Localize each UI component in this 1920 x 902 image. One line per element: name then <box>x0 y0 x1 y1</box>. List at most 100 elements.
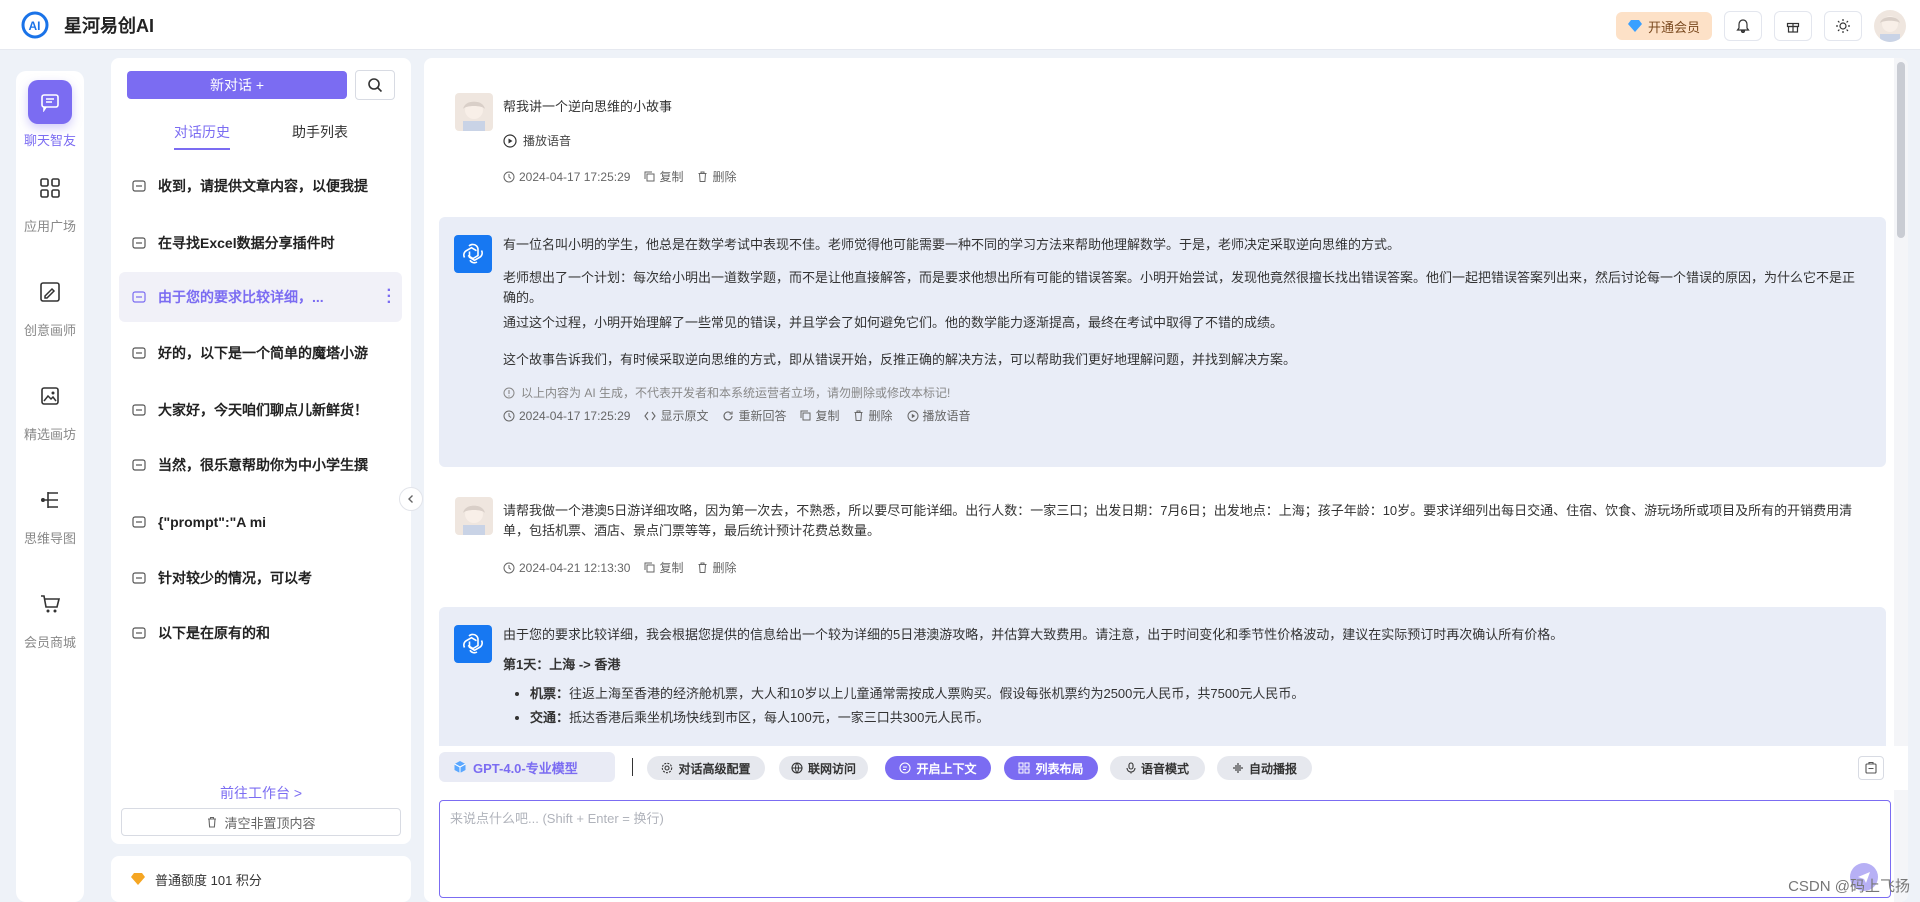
watermark: CSDN @码上飞扬 <box>1788 878 1910 895</box>
export-button[interactable] <box>1858 756 1884 780</box>
copy-button[interactable]: 复制 <box>800 407 839 424</box>
copy-icon <box>644 562 655 573</box>
sidebar-tabs: 对话历史 助手列表 <box>111 122 411 152</box>
gpt-avatar <box>454 625 492 663</box>
globe-icon <box>791 762 803 774</box>
nav-item-chat[interactable]: 聊天智友 <box>16 80 84 149</box>
nav-label: 创意画师 <box>23 323 76 338</box>
brand[interactable]: AI 星河易创AI <box>20 10 154 40</box>
conversation-item[interactable]: 收到，请提供文章内容，以便我提 <box>119 161 402 211</box>
gift-button[interactable] <box>1774 11 1812 41</box>
message-input[interactable] <box>440 801 1890 897</box>
conversation-title: 好的，以下是一个简单的魔塔小游 <box>158 345 368 361</box>
conversation-item[interactable]: 由于您的要求比较详细，... · · · <box>119 272 402 322</box>
message-icon <box>132 516 146 528</box>
search-button[interactable] <box>355 70 395 100</box>
list-layout-button[interactable]: 列表布局 <box>1004 756 1098 780</box>
brand-name: 星河易创AI <box>64 15 154 36</box>
tab-history[interactable]: 对话历史 <box>174 122 230 150</box>
conversation-item[interactable]: 以下是在原有的和 <box>119 608 402 658</box>
timestamp: 2024-04-17 17:25:29 <box>503 409 630 423</box>
nav-item-painter[interactable]: 创意画师 <box>16 270 84 339</box>
goto-workbench-link[interactable]: 前往工作台 > <box>111 783 411 803</box>
user-message-text: 请帮我做一个港澳5日游详细攻略，因为第一次去，不熟悉，所以要尽可能详细。出行人数… <box>503 503 1853 538</box>
conversation-item[interactable]: 当然，很乐意帮助你为中小学生撰 <box>119 440 402 490</box>
conversation-item[interactable]: 在寻找Excel数据分享插件时 <box>119 218 402 268</box>
regenerate-button[interactable]: 重新回答 <box>722 407 786 424</box>
tab-assistants[interactable]: 助手列表 <box>292 122 348 142</box>
clock-icon <box>503 171 515 182</box>
search-icon <box>368 78 383 93</box>
code-icon <box>644 411 657 420</box>
ai-paragraph: 这个故事告诉我们，有时候采取逆向思维的方式，即从错误开始，反推正确的解决方法，可… <box>503 352 1297 367</box>
conversation-title: 当然，很乐意帮助你为中小学生撰 <box>158 457 368 473</box>
info-icon <box>503 387 515 398</box>
conversation-item[interactable]: {"prompt":"A mi <box>119 497 402 547</box>
message-meta: 2024-04-17 17:25:29 显示原文 重新回答 复制 删除 播放语音 <box>503 407 971 424</box>
message-icon <box>132 459 146 471</box>
ai-paragraph: 通过这个过程，小明开始理解了一些常见的错误，并且学会了如何避免它们。他的数学能力… <box>503 315 1284 330</box>
copy-icon <box>644 171 655 182</box>
theme-toggle-button[interactable] <box>1824 11 1862 41</box>
day-title: 第1天：上海 -> 香港 <box>503 657 621 672</box>
notification-button[interactable] <box>1724 11 1762 41</box>
clear-unpinned-button[interactable]: 清空非置顶内容 <box>121 808 401 836</box>
copy-button[interactable]: 复制 <box>644 559 683 576</box>
diamond-icon <box>131 873 145 885</box>
conversation-item[interactable]: 大家好，今天咱们聊点儿新鲜货！ <box>119 385 402 435</box>
message-icon <box>132 572 146 584</box>
clock-icon <box>503 410 515 421</box>
itinerary-list: 机票：往返上海至香港的经济舱机票，大人和10岁以上儿童通常需按成人票购买。假设每… <box>530 684 1860 732</box>
show-source-button[interactable]: 显示原文 <box>644 407 708 424</box>
message-icon <box>132 180 146 192</box>
context-toggle-button[interactable]: 开启上下文 <box>885 756 991 780</box>
new-chat-button[interactable]: 新对话 + <box>127 71 347 99</box>
ai-paragraph: 老师想出了一个计划：每次给小明出一道数学题，而不是让他直接解答，而是要求他想出所… <box>503 270 1856 305</box>
play-voice-button[interactable]: 播放语音 <box>907 407 971 424</box>
conversation-item[interactable]: 针对较少的情况，可以考 <box>119 553 402 603</box>
delete-button[interactable]: 删除 <box>853 407 893 424</box>
web-access-button[interactable]: 联网访问 <box>779 756 868 780</box>
ai-message: 有一位名叫小明的学生，他总是在数学考试中表现不佳。老师觉得他可能需要一种不同的学… <box>439 217 1886 467</box>
sun-icon <box>1836 19 1850 33</box>
voice-mode-button[interactable]: 语音模式 <box>1110 756 1205 780</box>
user-avatar <box>455 93 493 131</box>
svg-text:AI: AI <box>29 19 41 33</box>
copy-button[interactable]: 复制 <box>644 168 683 185</box>
nav-item-shop[interactable]: 会员商城 <box>16 582 84 651</box>
vip-button[interactable]: 开通会员 <box>1615 12 1712 40</box>
message-icon <box>132 237 146 249</box>
nav-item-mindmap[interactable]: 思维导图 <box>16 478 84 547</box>
auto-broadcast-button[interactable]: 自动播报 <box>1217 756 1312 780</box>
clock-icon <box>503 562 515 573</box>
collapse-sidebar-button[interactable] <box>399 487 423 511</box>
nav-item-gallery[interactable]: 精选画坊 <box>16 374 84 443</box>
conversation-sidebar: 新对话 + 对话历史 助手列表 收到，请提供文章内容，以便我提 在寻找Excel… <box>111 58 411 844</box>
conversation-title: 大家好，今天咱们聊点儿新鲜货！ <box>158 402 368 418</box>
mindmap-icon <box>41 492 58 508</box>
message-icon <box>132 347 146 359</box>
play-voice-label: 播放语音 <box>523 134 572 148</box>
advanced-config-button[interactable]: 对话高级配置 <box>647 756 765 780</box>
openai-icon <box>463 633 483 654</box>
user-message-text: 帮我讲一个逆向思维的小故事 <box>503 99 673 114</box>
conversation-item[interactable]: 好的，以下是一个简单的魔塔小游 <box>119 328 402 378</box>
more-icon[interactable]: · · · <box>387 283 392 311</box>
refresh-icon <box>723 410 734 420</box>
nav-item-apps[interactable]: 应用广场 <box>16 166 84 235</box>
chat-icon <box>41 94 59 112</box>
gift-icon <box>1786 22 1800 33</box>
model-label: GPT-4.0-专业模型 <box>473 760 578 776</box>
conversation-title: 收到，请提供文章内容，以便我提 <box>158 178 368 194</box>
grid-icon <box>40 178 60 198</box>
message-icon <box>132 291 146 303</box>
model-selector[interactable]: GPT-4.0-专业模型 <box>439 752 615 782</box>
play-icon <box>503 133 517 148</box>
nav-label: 应用广场 <box>23 219 76 234</box>
user-avatar[interactable] <box>1874 10 1906 42</box>
delete-button[interactable]: 删除 <box>697 168 736 185</box>
timestamp: 2024-04-21 12:13:30 <box>503 561 630 575</box>
delete-button[interactable]: 删除 <box>697 559 736 576</box>
scrollbar-thumb[interactable] <box>1897 62 1905 238</box>
play-voice-button[interactable]: 播放语音 <box>503 132 571 149</box>
